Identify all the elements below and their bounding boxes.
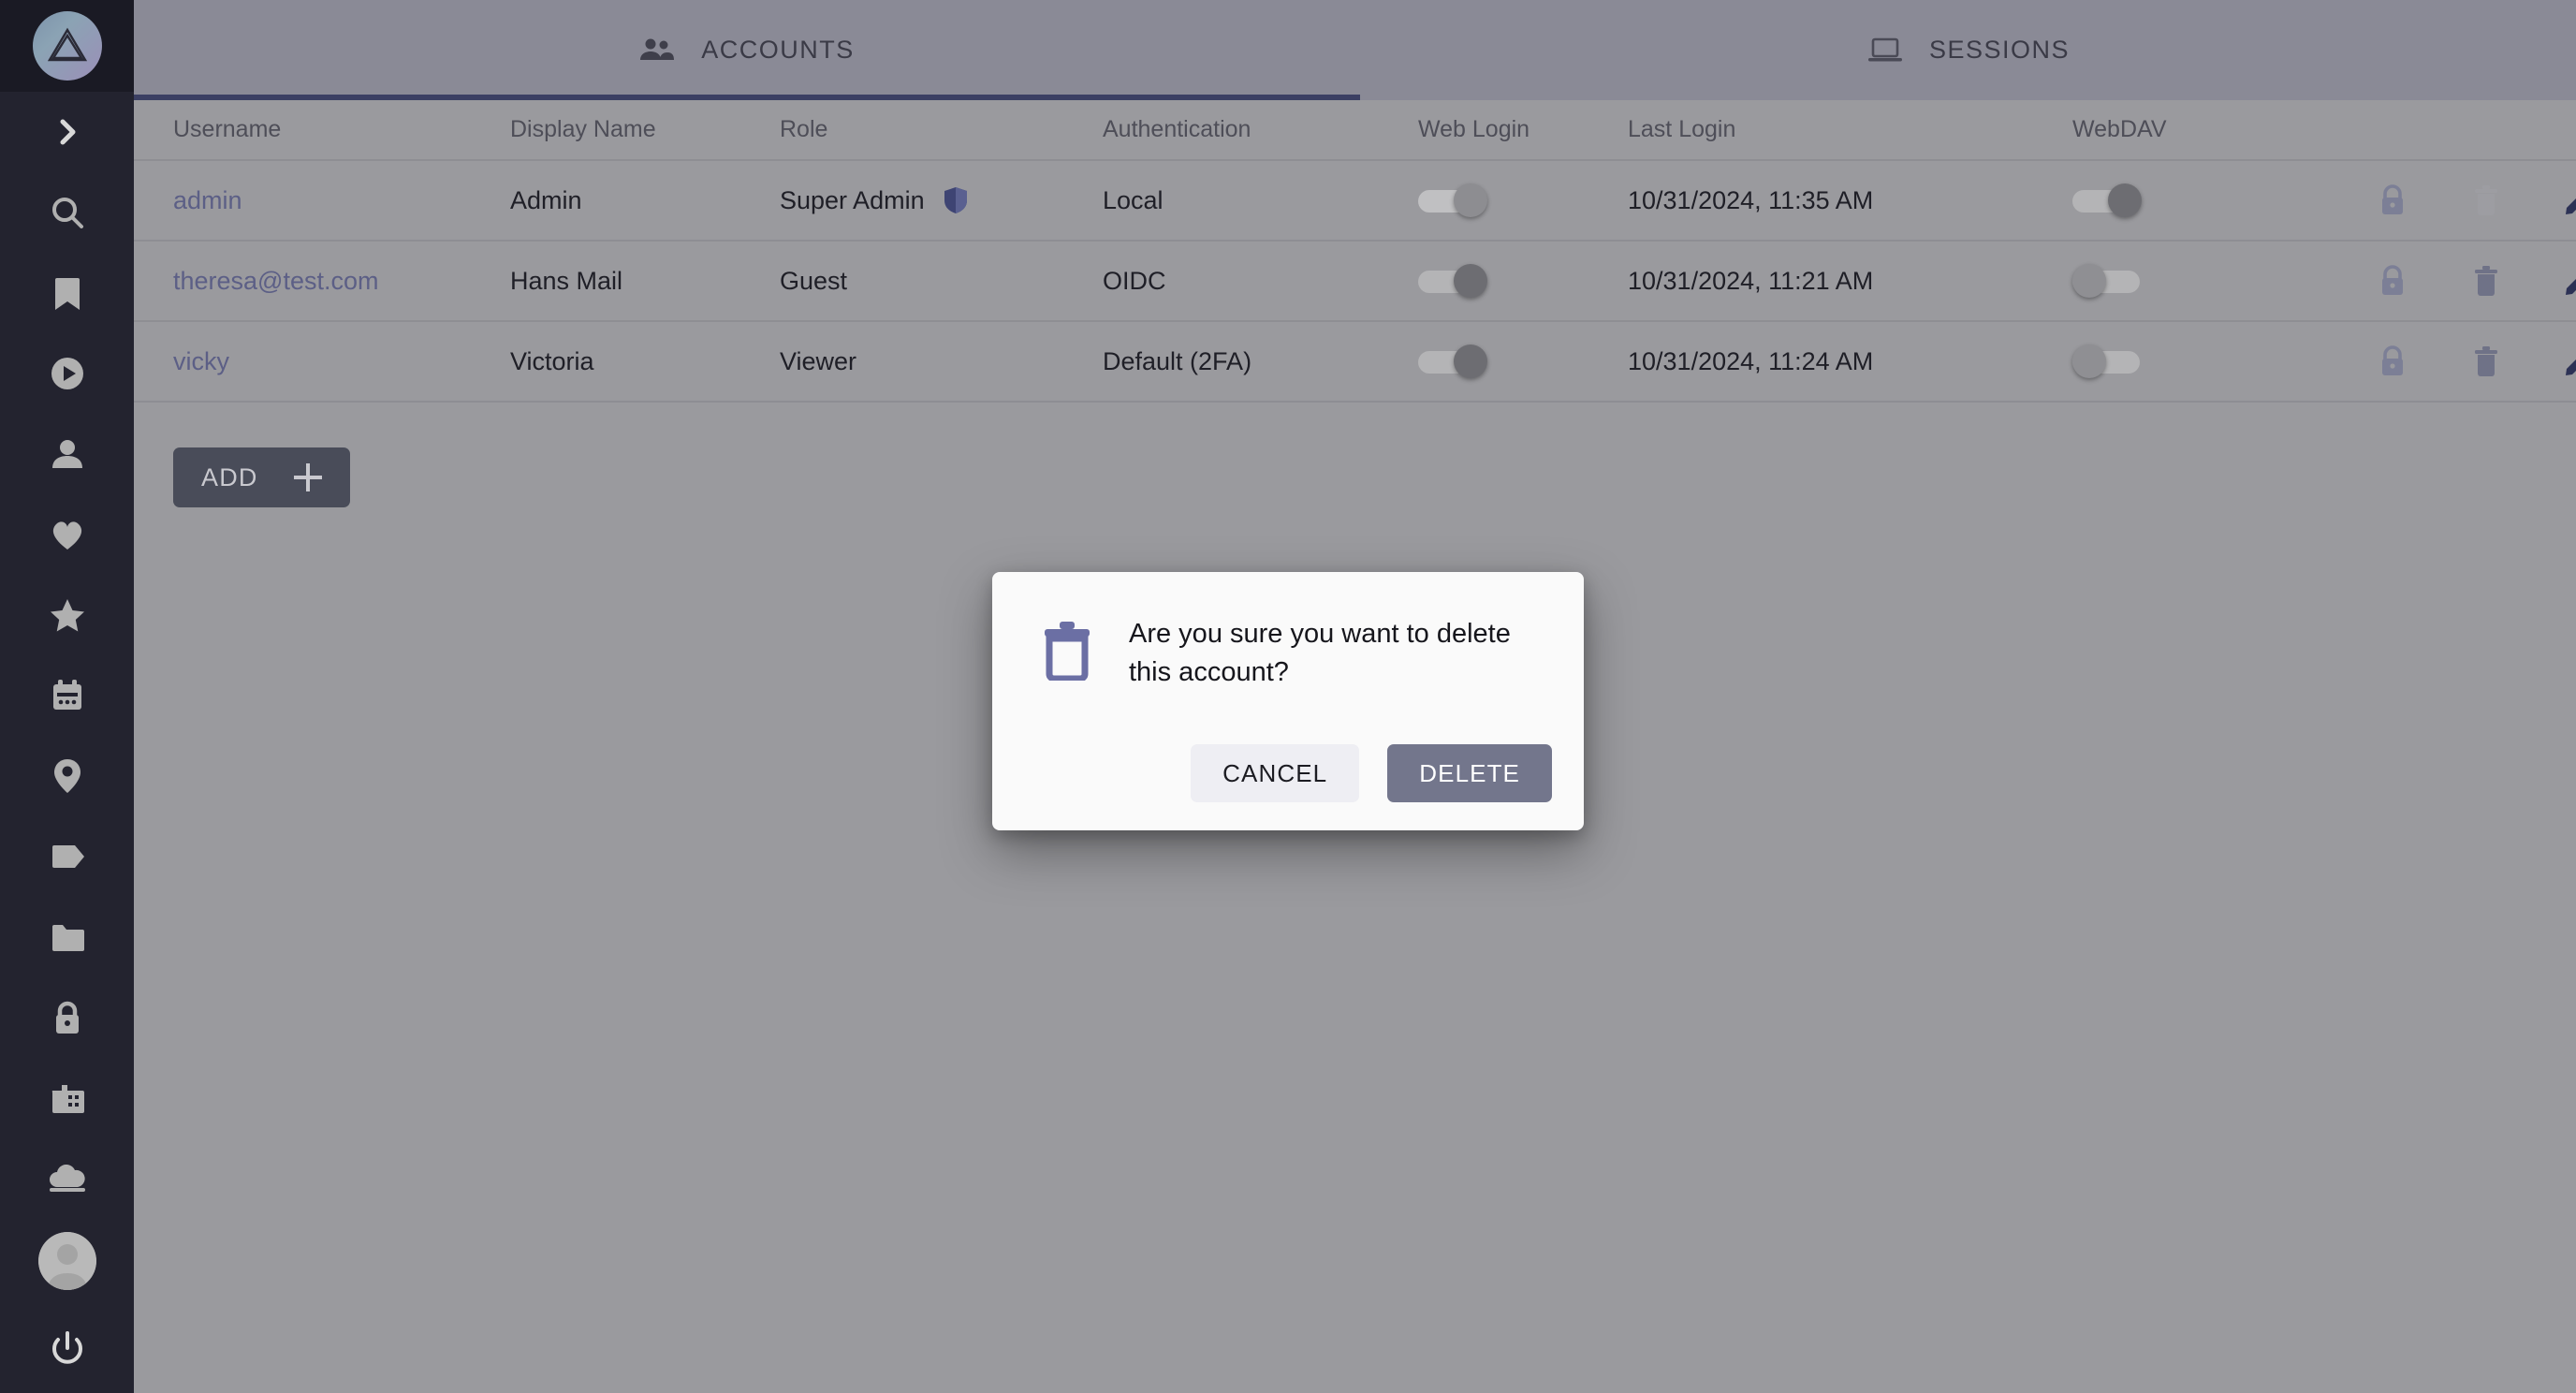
modal-backdrop[interactable]: Are you sure you want to delete this acc… [0,0,2576,1393]
modal-message: Are you sure you want to delete this acc… [1129,619,1511,688]
app-root: ACCOUNTS SESSIONS Username Display Name … [0,0,2576,1393]
trash-icon [1045,622,1090,682]
cancel-button[interactable]: CANCEL [1191,744,1360,803]
delete-confirmation-dialog: Are you sure you want to delete this acc… [992,572,1584,831]
delete-button[interactable]: DELETE [1387,744,1552,803]
